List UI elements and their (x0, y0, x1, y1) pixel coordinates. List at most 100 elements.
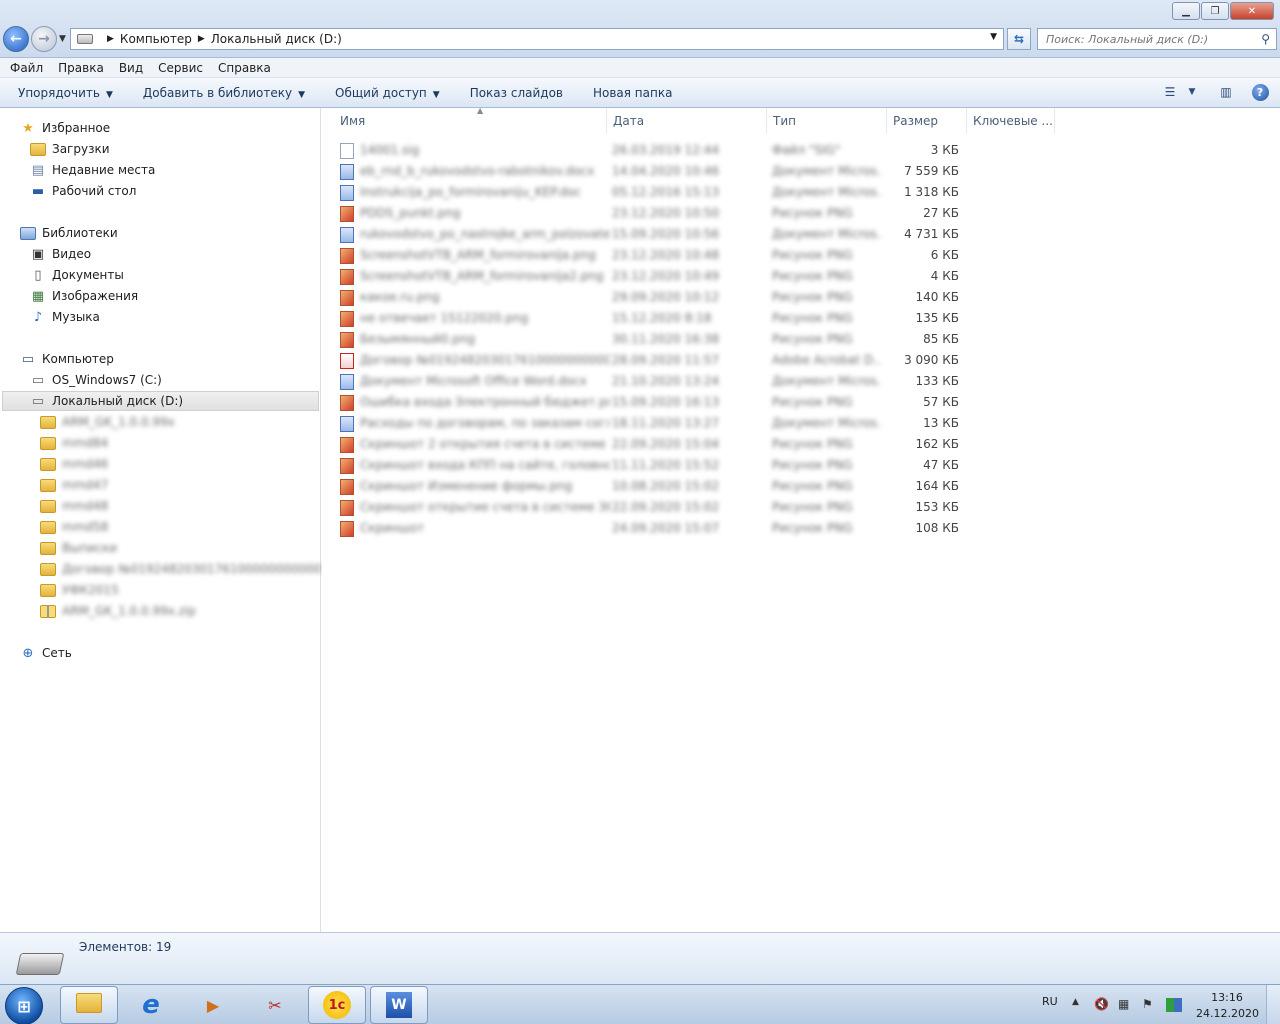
nav-computer[interactable]: ▭ Компьютер (20, 349, 114, 369)
address-dropdown-icon[interactable]: ▼ (990, 32, 997, 42)
nav-downloads[interactable]: Загрузки (30, 139, 110, 159)
refresh-button[interactable]: ⇆ (1007, 28, 1031, 50)
nav-images[interactable]: ▦ Изображения (30, 286, 138, 306)
maximize-button[interactable]: ❐ (1201, 2, 1229, 20)
file-row[interactable]: Скриншот Изменение формы.png 10.08.2020 1… (340, 476, 960, 497)
nav-subfolder-label: Выписки (62, 541, 117, 555)
nav-documents[interactable]: ▯ Документы (30, 265, 123, 285)
file-size: 140 КБ (915, 290, 959, 304)
chevron-right-icon[interactable]: ▶ (107, 34, 114, 44)
recent-pages-dropdown[interactable]: ▼ (59, 34, 66, 44)
file-row[interactable]: Скриншот 24.09.2020 15:07 Рисунок PNG 108 К… (340, 518, 960, 539)
file-row[interactable]: Расходы по договорам, по заказам соглa..… (340, 413, 960, 434)
nav-video[interactable]: ▣ Видео (30, 244, 91, 264)
column-header-type[interactable]: Тип (767, 108, 887, 134)
file-date: 22.09.2020 15:02 (612, 500, 720, 514)
nav-network[interactable]: ⊕ Сеть (20, 643, 72, 663)
menu-help[interactable]: Справка (218, 61, 271, 75)
start-button[interactable]: ⊞ (5, 987, 43, 1024)
nav-drive-c[interactable]: ▭ OS_Windows7 (C:) (30, 370, 162, 390)
preview-pane-icon[interactable]: ▥ (1216, 83, 1236, 101)
column-header-name[interactable]: Имя ▲ (334, 106, 607, 134)
organize-button[interactable]: Упорядочить ▼ (18, 86, 113, 100)
file-row[interactable]: PDDS_punkt.png 23.12.2020 10:50 Рисунок PN… (340, 203, 960, 224)
taskbar-media-player[interactable]: ▶ (184, 986, 242, 1024)
add-to-library-button[interactable]: Добавить в библиотеку ▼ (143, 86, 305, 100)
nav-subfolder[interactable]: ARM_GK_1.0.0.99x.zip (40, 601, 196, 621)
image-file-icon (340, 437, 354, 453)
taskbar-ie[interactable]: e (122, 986, 180, 1024)
slideshow-button[interactable]: Показ слайдов (470, 86, 563, 100)
menu-view[interactable]: Вид (119, 61, 143, 75)
nav-network-label: Сеть (42, 646, 72, 660)
file-row[interactable]: eb_rnd_b_rukovodstvo-rabotnikov.docx 14.0… (340, 161, 960, 182)
nav-subfolder[interactable]: Договор №0192482030176100000000000 (40, 559, 322, 579)
share-button[interactable]: Общий доступ ▼ (335, 86, 440, 100)
menu-file[interactable]: Файл (10, 61, 43, 75)
file-row[interactable]: Скриншот 2 открытия счета в системе 36..… (340, 434, 960, 455)
file-row[interactable]: какое.ru.png 29.09.2020 10:12 Рисунок PNG 1… (340, 287, 960, 308)
file-row[interactable]: 14001.sig 26.03.2019 12:44 Файл "SIG" 3 КБ (340, 140, 960, 161)
action-center-flag-icon[interactable]: ⚑ (1142, 997, 1153, 1011)
folder-icon (40, 582, 56, 598)
tray-expand-icon[interactable]: ▲ (1072, 997, 1079, 1007)
back-button[interactable]: ← (3, 26, 29, 52)
language-indicator[interactable]: RU (1042, 995, 1058, 1008)
nav-subfolder[interactable]: Выписки (40, 538, 117, 558)
nav-subfolder[interactable]: mmd47 (40, 475, 108, 495)
view-mode-icon[interactable]: ☰ (1160, 83, 1180, 101)
nav-subfolder[interactable]: mmd84 (40, 433, 108, 453)
help-button[interactable]: ? (1250, 83, 1270, 101)
file-row[interactable]: Скриншот открытие счета в системе 36.p..… (340, 497, 960, 518)
nav-libraries[interactable]: Библиотеки (20, 223, 118, 243)
taskbar-explorer[interactable] (60, 986, 118, 1024)
nav-favorites[interactable]: ★ Избранное (20, 118, 110, 138)
app-tray-icon[interactable] (1166, 998, 1182, 1012)
nav-subfolder[interactable]: mmd48 (40, 496, 108, 516)
clock[interactable]: 13:16 24.12.2020 (1196, 990, 1259, 1022)
file-row[interactable]: Документ Microsoft Office Word.docx 21.10… (340, 371, 960, 392)
menu-edit[interactable]: Правка (58, 61, 104, 75)
taskbar-1c[interactable]: 1c (308, 986, 366, 1024)
column-header-date[interactable]: Дата (607, 108, 767, 134)
view-controls: ☰ ▼ ▥ ? (1146, 83, 1270, 101)
nav-drive-d[interactable]: ▭ Локальный диск (D:) (2, 391, 319, 411)
search-box[interactable]: ⚲ (1037, 28, 1277, 50)
nav-subfolder[interactable]: УФК2015 (40, 580, 119, 600)
nav-subfolder[interactable]: mmd46 (40, 454, 108, 474)
minimize-button[interactable]: ▁ (1172, 2, 1200, 20)
nav-recent[interactable]: ▤ Недавние места (30, 160, 156, 180)
volume-muted-icon[interactable]: 🔇 (1094, 997, 1109, 1011)
taskbar-snipping-tool[interactable]: ✂ (246, 986, 304, 1024)
file-row[interactable]: rukovodstvo_po_nastrojke_arm_polzovatel.… (340, 224, 960, 245)
column-header-size[interactable]: Размер (887, 108, 967, 134)
file-row[interactable]: Договор №0192482030176100000000000_7...2… (340, 350, 960, 371)
nav-desktop[interactable]: ▬ Рабочий стол (30, 181, 137, 201)
column-header-tags[interactable]: Ключевые ... (967, 108, 1055, 134)
file-row[interactable]: не отвечает 15122020.png 15.12.2020 8:18 Р… (340, 308, 960, 329)
network-tray-icon[interactable]: ▦ (1118, 997, 1129, 1011)
file-row[interactable]: Ошибка входа Электронный бюджет.png 15.09… (340, 392, 960, 413)
file-row[interactable]: ScreenshotVTB_ARM_formirovanija2.png 23.1… (340, 266, 960, 287)
file-row[interactable]: Безымянный0.png 30.11.2020 16:38 Рисунок P… (340, 329, 960, 350)
nav-music[interactable]: ♪ Музыка (30, 307, 100, 327)
breadcrumb-drive-d[interactable]: Локальный диск (D:) (211, 32, 342, 46)
forward-button[interactable]: → (31, 26, 57, 52)
file-row[interactable]: ScreenshotVTB_ARM_formirovanija.png 23.12… (340, 245, 960, 266)
image-file-icon (340, 332, 354, 348)
search-input[interactable] (1046, 32, 1246, 46)
close-button[interactable]: ✕ (1230, 2, 1274, 20)
search-icon[interactable]: ⚲ (1261, 32, 1270, 46)
chevron-right-icon[interactable]: ▶ (198, 34, 205, 44)
file-row[interactable]: Instrukcija_po_formirovaniju_KEP.doc 05.1… (340, 182, 960, 203)
nav-subfolder[interactable]: ARM_GK_1.0.0.99x (40, 412, 175, 432)
taskbar-word[interactable]: W (370, 986, 428, 1024)
new-folder-button[interactable]: Новая папка (593, 86, 672, 100)
nav-subfolder[interactable]: mmd58 (40, 517, 108, 537)
breadcrumb-computer[interactable]: Компьютер (120, 32, 192, 46)
file-row[interactable]: Скриншот входа КПП на сайте, головно... 1… (340, 455, 960, 476)
show-desktop-button[interactable] (1266, 985, 1280, 1024)
address-bar[interactable]: ▶ Компьютер ▶ Локальный диск (D:) ▼ (70, 28, 1004, 50)
menu-tools[interactable]: Сервис (158, 61, 203, 75)
view-dropdown-icon[interactable]: ▼ (1182, 83, 1202, 101)
